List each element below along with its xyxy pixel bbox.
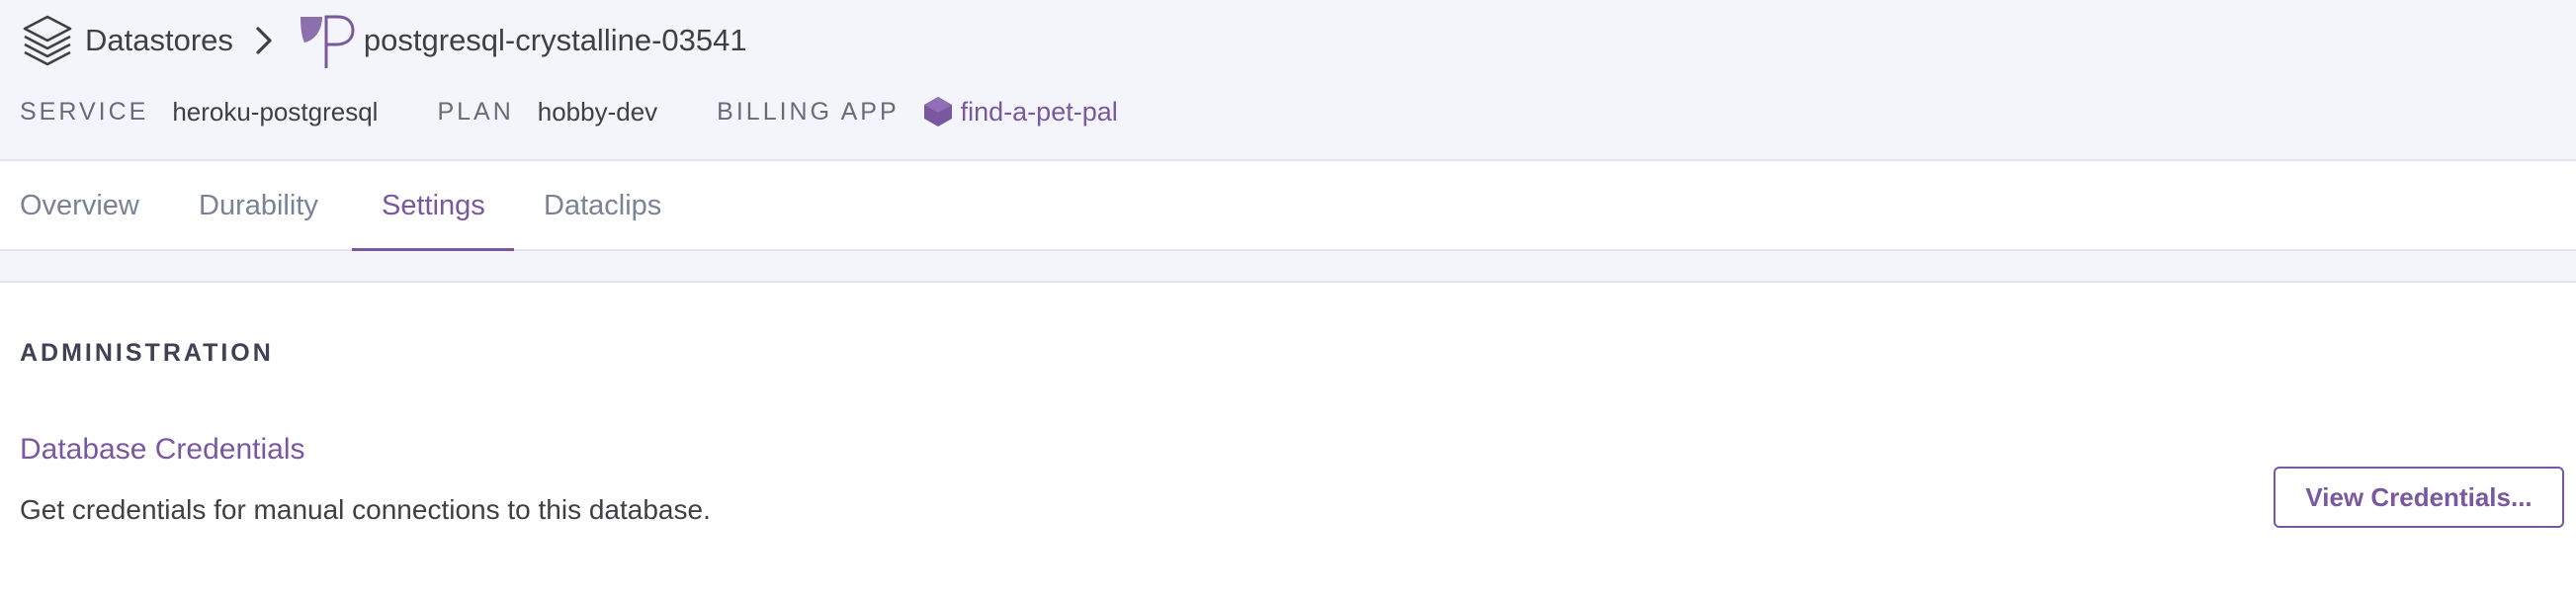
plan-value: hobby-dev xyxy=(537,96,658,127)
active-tab-indicator xyxy=(352,248,514,251)
service-value: heroku-postgresql xyxy=(172,96,379,127)
breadcrumb: Datastores postgresql-crystalline-03541 xyxy=(20,10,747,71)
breadcrumb-datastores-link[interactable]: Datastores xyxy=(85,23,233,58)
administration-heading: ADMINISTRATION xyxy=(20,339,274,367)
plan-label: PLAN xyxy=(437,97,514,126)
chevron-right-icon xyxy=(253,23,281,58)
tab-settings[interactable]: Settings xyxy=(382,161,485,249)
layers-stack-icon xyxy=(20,11,75,70)
datastore-meta: SERVICE heroku-postgresql PLAN hobby-dev… xyxy=(20,95,1118,129)
datastore-name: postgresql-crystalline-03541 xyxy=(363,23,747,57)
database-credentials-description: Get credentials for manual connections t… xyxy=(20,494,711,525)
app-hexagon-icon xyxy=(923,97,952,127)
tab-dataclips[interactable]: Dataclips xyxy=(544,161,661,249)
page-header: Datastores postgresql-crystalline-03541 … xyxy=(0,0,2576,161)
tab-bar: Overview Durability Settings Dataclips xyxy=(0,161,2576,251)
database-credentials-title: Database Credentials xyxy=(20,433,305,466)
billing-app-link[interactable]: find-a-pet-pal xyxy=(923,96,1118,128)
section-divider xyxy=(0,251,2576,283)
tab-overview[interactable]: Overview xyxy=(20,161,139,249)
tab-durability[interactable]: Durability xyxy=(199,161,318,249)
service-label: SERVICE xyxy=(20,97,149,126)
billing-app-name: find-a-pet-pal xyxy=(960,96,1118,127)
postgres-icon xyxy=(299,11,356,70)
view-credentials-button[interactable]: View Credentials... xyxy=(2274,467,2564,528)
billing-app-label: BILLING APP xyxy=(717,97,900,126)
